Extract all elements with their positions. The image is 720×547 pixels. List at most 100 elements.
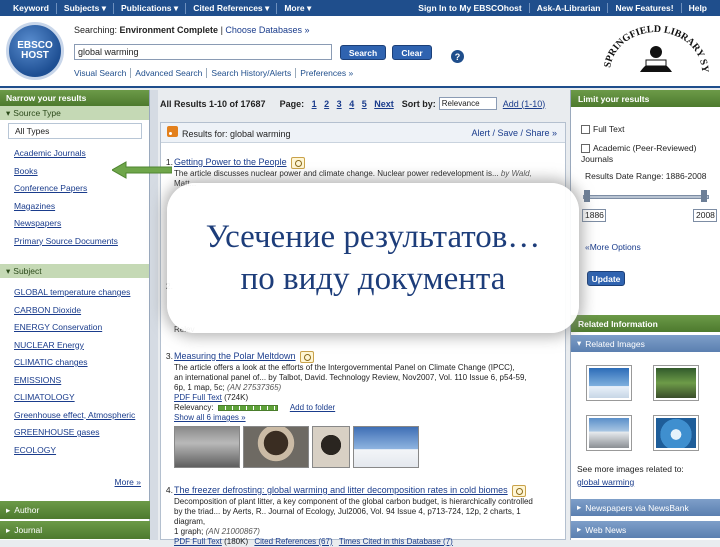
result-title-link[interactable]: Getting Power to the People (174, 157, 287, 167)
nav-more[interactable]: More ▾ (277, 3, 318, 14)
show-all-images-link[interactable]: Show all 6 images » (174, 413, 246, 422)
related-image-forest[interactable] (654, 366, 698, 400)
full-text-checkbox[interactable] (581, 125, 590, 135)
nav-cited-references[interactable]: Cited References ▾ (186, 2, 278, 14)
limit-results-heading: Limit your results (571, 90, 720, 107)
nav-publications[interactable]: Publications ▾ (114, 2, 187, 14)
author-label: Author (14, 505, 40, 515)
slider-handle-end[interactable] (701, 190, 707, 202)
page-2-link[interactable]: 2 (324, 99, 329, 109)
search-history-link[interactable]: Search History/Alerts (207, 68, 297, 78)
thumbnail-image[interactable] (174, 426, 240, 468)
source-type-magazines[interactable]: Magazines (14, 198, 149, 216)
source-type-conference-papers[interactable]: Conference Papers (14, 180, 149, 198)
result-body: The freezer defrosting: global warming a… (174, 485, 554, 547)
result-abstract: The article discusses nuclear power and … (174, 169, 554, 179)
subject-heading[interactable]: ▾ Subject (0, 264, 149, 278)
results-for-label: Results for: global warming (182, 129, 291, 139)
slider-handle-start[interactable] (584, 190, 590, 202)
result-abstract-3: 1 graph; (AN 21000867) (174, 527, 554, 537)
pdf-line: PDF Full Text (180K) Cited References (6… (174, 537, 554, 547)
subjects-more-link[interactable]: More » (115, 477, 141, 487)
date-range-slider[interactable] (583, 195, 709, 199)
preferences-link[interactable]: Preferences » (296, 68, 357, 78)
pdf-full-text-link[interactable]: PDF Full Text (174, 393, 222, 402)
collapse-arrow-icon: ▾ (6, 107, 11, 118)
subject-global-temperature[interactable]: GLOBAL temperature changes (14, 284, 149, 302)
subject-climatic-changes[interactable]: CLIMATIC changes (14, 354, 149, 372)
preview-magnifier-icon[interactable] (290, 157, 305, 169)
ebscohost-logo[interactable]: EBSCO HOST (6, 22, 64, 80)
search-button[interactable]: Search (340, 45, 386, 60)
related-image-iceberg[interactable] (654, 416, 698, 450)
source-type-heading[interactable]: ▾ Source Type (0, 106, 149, 120)
results-for-line: Results for: global warming (167, 126, 291, 139)
sidebar-collapse-strip[interactable] (150, 90, 158, 540)
related-image-coast[interactable] (587, 416, 631, 450)
more-options-link[interactable]: «More Options (585, 242, 641, 252)
subject-ecology[interactable]: ECOLOGY (14, 442, 149, 460)
nav-new-features[interactable]: New Features! (608, 3, 682, 13)
clear-button[interactable]: Clear (392, 45, 432, 60)
sort-select[interactable]: Relevance (438, 97, 497, 110)
academic-option[interactable]: Academic (Peer-Reviewed) Journals (581, 143, 711, 165)
preview-magnifier-icon[interactable] (511, 485, 526, 497)
related-image-glacier[interactable] (587, 366, 631, 400)
page-5-link[interactable]: 5 (362, 99, 367, 109)
callout-line-2: по виду документа (240, 261, 506, 297)
search-input[interactable]: global warming (74, 44, 332, 60)
add-to-folder-link[interactable]: Add to folder (290, 403, 335, 412)
subject-climatology[interactable]: CLIMATOLOGY (14, 389, 149, 407)
newspapers-heading[interactable]: ▸ Newspapers via NewsBank (571, 499, 720, 516)
visual-search-link[interactable]: Visual Search (74, 68, 132, 78)
web-news-heading[interactable]: ▸ Web News (571, 521, 720, 538)
cited-references-link[interactable]: Cited References (67) (254, 537, 332, 546)
related-images-heading[interactable]: ▾ Related Images (571, 335, 720, 352)
collapse-arrow-icon: ▾ (6, 265, 11, 276)
choose-databases-link[interactable]: Choose Databases » (225, 25, 309, 35)
pdf-full-text-link[interactable]: PDF Full Text (174, 537, 222, 546)
date-from-input[interactable]: 1886 (582, 209, 606, 222)
relevancy-label: Relevancy: (174, 403, 214, 412)
results-summary: All Results 1-10 of 17687 (160, 98, 266, 109)
subject-energy-conservation[interactable]: ENERGY Conservation (14, 319, 149, 337)
next-page-link[interactable]: Next (374, 99, 394, 109)
page-4-link[interactable]: 4 (349, 99, 354, 109)
update-button[interactable]: Update (587, 271, 625, 286)
academic-label: Academic (Peer-Reviewed) Journals (581, 143, 697, 164)
journal-heading[interactable]: ▸ Journal (0, 521, 150, 539)
source-type-newspapers[interactable]: Newspapers (14, 215, 149, 233)
result-title-link[interactable]: Measuring the Polar Meltdown (174, 351, 296, 361)
all-types-option[interactable]: All Types (8, 123, 142, 139)
help-icon[interactable]: ? (451, 50, 464, 63)
advanced-search-link[interactable]: Advanced Search (131, 68, 208, 78)
web-news-label: Web News (585, 524, 627, 535)
subject-emissions[interactable]: EMISSIONS (14, 372, 149, 390)
times-cited-link[interactable]: Times Cited in this Database (7) (339, 537, 453, 546)
rss-icon[interactable] (167, 126, 178, 137)
nav-help[interactable]: Help (682, 3, 714, 13)
thumbnail-image[interactable] (312, 426, 350, 468)
nav-sign-in[interactable]: Sign In to My EBSCOhost (411, 3, 530, 13)
author-heading[interactable]: ▸ Author (0, 501, 150, 519)
alert-save-share-link[interactable]: Alert / Save / Share » (471, 128, 557, 138)
source-type-primary-source-documents[interactable]: Primary Source Documents (14, 233, 149, 251)
nav-subjects[interactable]: Subjects ▾ (57, 2, 114, 14)
page-1-link[interactable]: 1 (312, 99, 317, 109)
subject-nuclear-energy[interactable]: NUCLEAR Energy (14, 337, 149, 355)
date-to-input[interactable]: 2008 (693, 209, 717, 222)
subject-greenhouse-gases[interactable]: GREENHOUSE gases (14, 424, 149, 442)
result-title-link[interactable]: The freezer defrosting: global warming a… (174, 485, 508, 495)
subject-carbon-dioxide[interactable]: CARBON Dioxide (14, 302, 149, 320)
thumbnail-image[interactable] (353, 426, 419, 468)
see-more-images-link[interactable]: global warming (577, 477, 634, 487)
full-text-option[interactable]: Full Text (581, 124, 625, 135)
thumbnail-image[interactable] (243, 426, 309, 468)
preview-magnifier-icon[interactable] (299, 351, 314, 363)
add-range-link[interactable]: Add (1-10) (503, 99, 546, 109)
nav-ask-librarian[interactable]: Ask-A-Librarian (530, 3, 609, 13)
academic-checkbox[interactable] (581, 144, 590, 154)
page-3-link[interactable]: 3 (337, 99, 342, 109)
nav-keyword[interactable]: Keyword (6, 2, 57, 14)
subject-greenhouse-effect[interactable]: Greenhouse effect, Atmospheric (14, 407, 149, 425)
